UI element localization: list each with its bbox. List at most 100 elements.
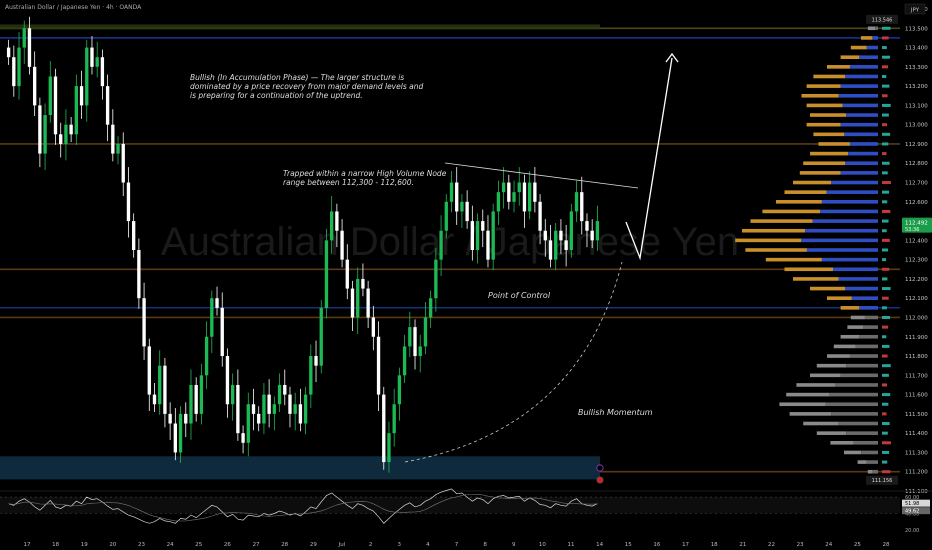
vp-delta <box>882 142 889 146</box>
candle-body <box>6 47 11 58</box>
vp-row-sell <box>813 74 846 79</box>
candle-body <box>543 230 547 241</box>
candle-body <box>356 278 360 318</box>
price-tick-label: 113.200 <box>905 84 928 90</box>
candle-body <box>507 182 511 202</box>
vp-row-buy <box>840 84 878 88</box>
candle-body <box>178 413 183 453</box>
candle-body <box>100 57 105 87</box>
time-tick-label: 24 <box>167 542 174 548</box>
vp-row-sell <box>806 84 841 88</box>
candle-body <box>189 384 193 424</box>
candle-body <box>444 201 448 231</box>
candle-body <box>95 57 99 67</box>
vp-delta <box>882 74 887 78</box>
time-tick-label: 3 <box>397 542 401 548</box>
time-tick-label: Jul <box>338 542 346 548</box>
candle-body <box>387 433 391 463</box>
vp-row-buy <box>840 171 878 175</box>
vp-row-buy <box>872 469 878 474</box>
candle-body <box>64 124 68 144</box>
candle-body <box>371 317 376 337</box>
price-tick-label: 111.500 <box>905 412 928 418</box>
candle-body <box>173 423 178 453</box>
vp-row-buy <box>833 267 878 272</box>
event-marker <box>596 464 604 472</box>
vp-row-buy <box>829 392 878 397</box>
rsi-tick-label: 20.00 <box>905 528 919 534</box>
vp-delta <box>882 354 888 358</box>
vp-row-sell <box>833 344 856 349</box>
time-tick-label: 28 <box>281 542 288 548</box>
candle-body <box>309 356 313 395</box>
symbol-title[interactable]: Australian Dollar / Japanese Yen · 4h · … <box>5 4 142 11</box>
price-tick-label: 111.600 <box>905 393 928 399</box>
time-tick-label: 27 <box>253 542 260 548</box>
candle-body <box>241 433 245 443</box>
time-tick-label: 7 <box>455 542 459 548</box>
candle-body <box>251 404 256 414</box>
poc-label: Point of Control <box>488 291 551 300</box>
time-tick-label: 20 <box>109 542 116 548</box>
candle-body <box>38 105 42 154</box>
candle-body <box>90 47 94 67</box>
vp-row-sell <box>827 65 850 69</box>
time-tick-label: 25 <box>195 542 202 548</box>
candle-body <box>350 288 355 318</box>
candle-body <box>554 230 558 260</box>
candle-body <box>569 211 574 250</box>
demand-zone-rect <box>0 456 600 480</box>
candle-body <box>121 143 125 183</box>
vp-row-sell <box>742 228 806 233</box>
price-tick-label: 112.400 <box>905 238 928 244</box>
candle-body <box>465 201 469 222</box>
bar-countdown: 53:36 <box>905 227 919 233</box>
candle-body <box>116 143 120 154</box>
candle-body <box>366 288 370 318</box>
candle-body <box>79 86 84 106</box>
vp-row-sell <box>816 431 847 435</box>
vp-delta <box>882 412 887 416</box>
time-tick-label: 18 <box>711 542 718 548</box>
price-axis-bg <box>900 0 932 550</box>
vp-delta <box>882 364 891 368</box>
vp-row-buy <box>859 334 878 339</box>
vp-row-buy <box>831 412 878 416</box>
vp-row-buy <box>831 180 878 185</box>
time-tick-label: 23 <box>138 542 145 548</box>
vp-row-sell <box>762 209 821 214</box>
vp-row-sell <box>818 142 850 146</box>
symbol-watermark: Australian Dollar / Japanese Yen <box>161 220 739 264</box>
time-tick-label: 24 <box>825 542 832 548</box>
price-tick-label: 112.100 <box>905 296 928 302</box>
vp-delta <box>882 248 888 252</box>
candlestick-chart[interactable]: Australian Dollar / Japanese Yen Bullish… <box>0 0 932 550</box>
candle-body <box>397 375 402 405</box>
candle-body <box>335 211 339 231</box>
demand-zone <box>0 456 600 480</box>
vp-row-sell <box>816 363 847 368</box>
vp-row-buy <box>855 344 878 349</box>
candle-body <box>225 356 230 405</box>
price-tick-label: 111.900 <box>905 335 928 341</box>
candle-body <box>595 221 600 241</box>
vp-row-buy <box>838 277 878 281</box>
candle-body <box>449 182 454 202</box>
candle-body <box>85 47 89 106</box>
vp-row-buy <box>866 460 878 464</box>
candle-body <box>501 182 506 193</box>
candle-body <box>580 192 584 222</box>
candle-body <box>470 221 475 250</box>
vp-row-sell <box>840 306 860 310</box>
candle-body <box>184 413 188 424</box>
vp-row-buy <box>849 142 878 146</box>
vp-row-buy <box>851 296 878 300</box>
candle-body <box>59 134 63 144</box>
vp-delta <box>882 113 889 117</box>
candle-body <box>194 384 198 414</box>
vp-row-buy <box>826 190 878 194</box>
currency-label: JPY <box>910 8 920 14</box>
vp-row-sell <box>745 248 807 252</box>
vp-delta <box>882 441 891 445</box>
vp-delta <box>882 46 887 50</box>
